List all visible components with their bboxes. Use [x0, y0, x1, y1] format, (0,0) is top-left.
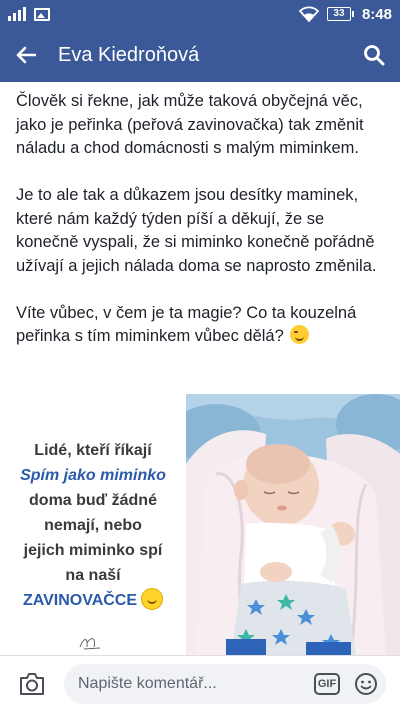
page-title: Eva Kiedroňová: [58, 43, 200, 66]
promo-line: Lidé, kteří říkají: [34, 442, 152, 459]
promo-line: na naší: [65, 567, 121, 584]
app-header: Eva Kiedroňová: [0, 28, 400, 82]
search-button[interactable]: [348, 28, 400, 82]
status-left: [8, 7, 50, 21]
wifi-icon: [298, 6, 319, 22]
gallery-notification-icon: [34, 7, 50, 21]
promo-line: doma buď žádné: [29, 492, 157, 509]
promo-line: jejich miminko spí: [23, 542, 163, 559]
status-bar: 33 8:48: [0, 0, 400, 28]
camera-icon: [20, 672, 44, 695]
promo-brand-line: ZAVINOVAČCE: [0, 588, 186, 613]
comment-bar: Napište komentář... GIF: [0, 655, 400, 711]
smiley-icon: [141, 588, 164, 610]
gif-button[interactable]: GIF: [314, 672, 340, 695]
comment-input[interactable]: Napište komentář... GIF: [64, 663, 386, 704]
post-content: Člověk si řekne, jak může taková obyčejn…: [0, 82, 400, 655]
signal-icon: [8, 7, 26, 21]
search-icon: [364, 45, 385, 66]
camera-button[interactable]: [0, 656, 64, 711]
post-text: Člověk si řekne, jak může taková obyčejn…: [0, 82, 400, 349]
back-button[interactable]: [0, 28, 52, 82]
promo-image[interactable]: Lidé, kteří říkají Spím jako miminko dom…: [0, 394, 400, 655]
promo-text: Lidé, kteří říkají Spím jako miminko dom…: [0, 394, 186, 655]
post-paragraph: Člověk si řekne, jak může taková obyčejn…: [16, 92, 364, 157]
battery-icon: 33: [326, 7, 354, 21]
post-paragraph: Je to ale tak a důkazem jsou desítky mam…: [16, 184, 384, 278]
battery-level: 33: [326, 7, 351, 21]
status-time: 8:48: [361, 5, 392, 23]
promo-highlight: Spím jako miminko: [20, 467, 166, 484]
arrow-left-icon: [16, 46, 36, 64]
comment-placeholder: Napište komentář...: [78, 674, 217, 692]
post-paragraph: Víte vůbec, v čem je ta magie? Co ta kou…: [16, 302, 384, 349]
signature-scribble-icon: [79, 638, 101, 650]
promo-line: nemají, nebo: [44, 517, 142, 534]
post-paragraph-text: Je to ale tak a důkazem jsou desítky mam…: [16, 186, 377, 275]
promo-brand: ZAVINOVAČCE: [22, 592, 138, 609]
status-right: 33 8:48: [298, 5, 392, 23]
baby-photo: [186, 394, 400, 655]
emoji-icon[interactable]: [354, 672, 378, 696]
wink-emoji-icon: [290, 325, 310, 344]
